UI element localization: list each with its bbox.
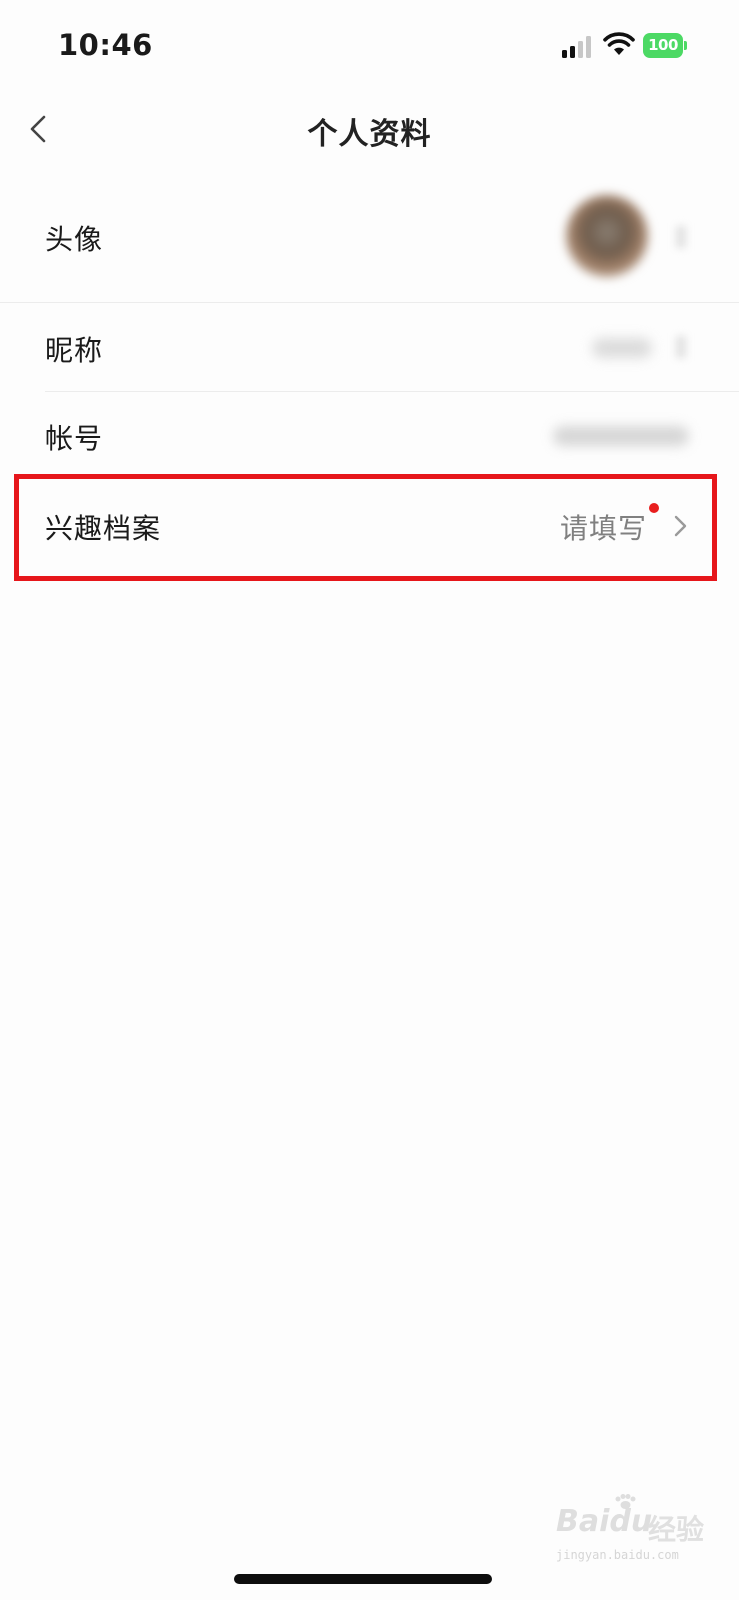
account-label: 帐号	[45, 422, 104, 455]
interests-row[interactable]: 兴趣档案 请填写	[0, 478, 739, 574]
account-value-blurred	[553, 426, 689, 446]
nickname-chevron-icon	[676, 336, 686, 358]
avatar-chevron-icon	[676, 226, 686, 248]
avatar	[566, 195, 648, 277]
battery-level: 100	[643, 33, 683, 58]
watermark-text: 经验	[648, 1513, 705, 1546]
nickname-label: 昵称	[45, 334, 104, 367]
watermark: Baidu 经验 jingyan.baidu.com	[556, 1494, 716, 1570]
notification-dot	[649, 503, 659, 513]
status-time: 10:46	[58, 28, 153, 62]
nickname-value-blurred	[592, 338, 652, 358]
avatar-label: 头像	[45, 223, 104, 256]
home-indicator[interactable]	[234, 1574, 492, 1584]
interests-label: 兴趣档案	[45, 512, 162, 545]
interests-value: 请填写	[559, 512, 647, 545]
chevron-right-icon	[674, 515, 687, 537]
wifi-icon	[603, 32, 635, 55]
battery-icon: 100	[643, 33, 687, 58]
watermark-logo: Baidu	[556, 1504, 653, 1539]
page-title: 个人资料	[307, 117, 432, 152]
watermark-url: jingyan.baidu.com	[556, 1548, 679, 1562]
signal-icon	[562, 34, 594, 58]
nav-bar: 个人资料	[0, 92, 739, 172]
status-bar: 10:46 100	[0, 0, 739, 92]
